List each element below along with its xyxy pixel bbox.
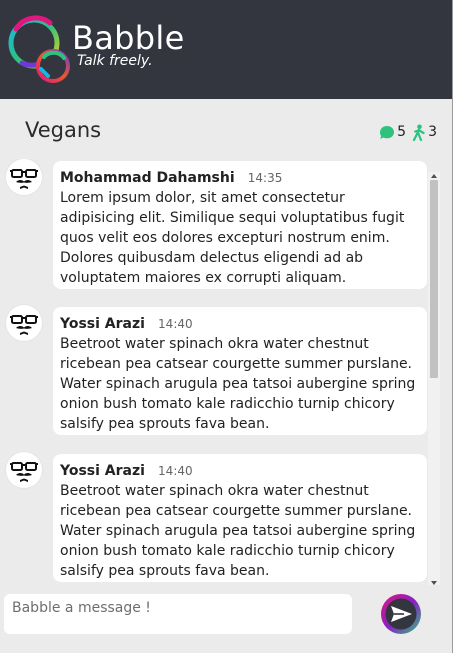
send-arrow-icon bbox=[381, 594, 421, 634]
room-stats: 5 3 bbox=[376, 123, 437, 141]
moustache-avatar-icon[interactable] bbox=[6, 305, 42, 341]
users-count: 3 bbox=[428, 124, 437, 140]
messages-count: 5 bbox=[397, 124, 407, 140]
chat-bubble-icon bbox=[379, 125, 395, 140]
scrollbar-thumb[interactable] bbox=[430, 180, 438, 378]
message-time: 14:40 bbox=[158, 317, 193, 331]
users-count-stat: 3 bbox=[409, 124, 437, 141]
babble-logo-icon[interactable] bbox=[8, 13, 74, 85]
message-author: Yossi Arazi bbox=[60, 463, 145, 479]
message-list-scrollbar[interactable] bbox=[428, 172, 440, 585]
message-time: 14:40 bbox=[158, 464, 193, 478]
message-text: Beetroot water spinach okra water chestn… bbox=[60, 336, 416, 432]
message-author: Yossi Arazi bbox=[60, 316, 145, 332]
brand-tagline: Talk freely. bbox=[77, 53, 153, 69]
moustache-avatar-icon[interactable] bbox=[6, 159, 42, 195]
scroll-up-arrow-icon[interactable] bbox=[431, 174, 437, 178]
message-item: Mohammad Dahamshi 14:35 Lorem ipsum dolo… bbox=[0, 159, 430, 292]
room-title: Vegans bbox=[25, 118, 102, 142]
message-text: Beetroot water spinach okra water chestn… bbox=[60, 483, 416, 579]
room-bar: Vegans 5 3 bbox=[0, 99, 452, 159]
moustache-avatar-icon[interactable] bbox=[6, 452, 42, 488]
message-time: 14:35 bbox=[247, 171, 283, 185]
scroll-down-arrow-icon[interactable] bbox=[431, 581, 437, 585]
send-button[interactable] bbox=[379, 592, 423, 636]
chat-app: Babble Talk freely. Vegans 5 3 Mohammad … bbox=[0, 0, 453, 653]
message-input[interactable] bbox=[4, 594, 352, 634]
message-item: Yossi Arazi 14:40 Beetroot water spinach… bbox=[0, 305, 430, 438]
message-bubble: Yossi Arazi 14:40 Beetroot water spinach… bbox=[53, 307, 427, 435]
message-list[interactable]: Mohammad Dahamshi 14:35 Lorem ipsum dolo… bbox=[0, 159, 440, 585]
messages-count-stat: 5 bbox=[379, 124, 406, 140]
app-header: Babble Talk freely. bbox=[0, 0, 452, 99]
message-text: Lorem ipsum dolor, sit amet consectetur … bbox=[60, 190, 405, 286]
person-icon bbox=[412, 124, 426, 141]
message-author: Mohammad Dahamshi bbox=[60, 170, 235, 186]
message-bubble: Yossi Arazi 14:40 Beetroot water spinach… bbox=[53, 454, 427, 582]
message-bubble: Mohammad Dahamshi 14:35 Lorem ipsum dolo… bbox=[53, 161, 427, 289]
message-item: Yossi Arazi 14:40 Beetroot water spinach… bbox=[0, 452, 430, 585]
